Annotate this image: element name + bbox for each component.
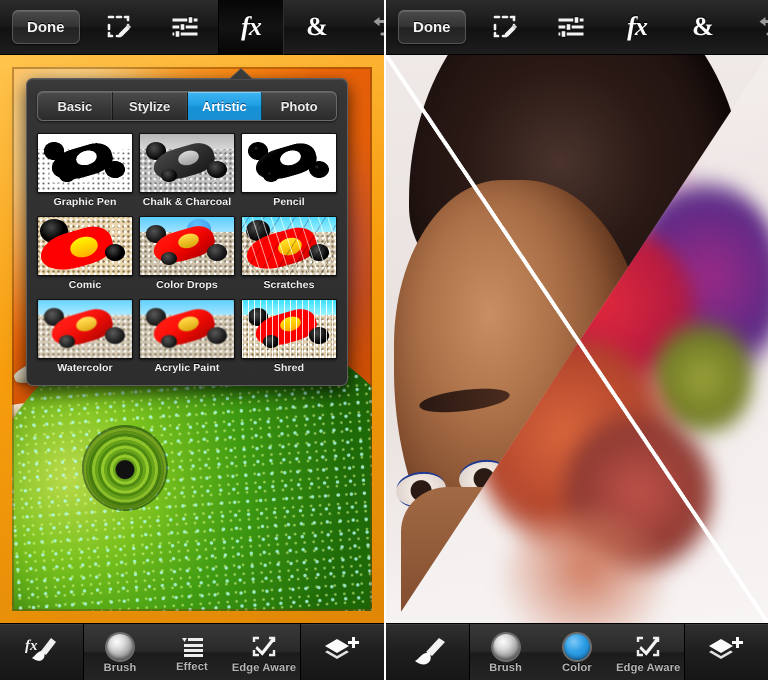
- bottom-toolbar-left: fx Brush Effect Edge Aware: [0, 623, 384, 680]
- image-canvas-right[interactable]: [386, 55, 768, 623]
- edge-aware-checkbox-icon: [252, 636, 276, 657]
- filter-label: Pencil: [273, 196, 305, 208]
- bottom-toolbar-right: Brush Color Edge Aware: [386, 623, 768, 680]
- filter-item-comic[interactable]: Comic: [37, 216, 133, 294]
- color-label: Color: [562, 662, 592, 674]
- brush-icon[interactable]: [386, 624, 470, 680]
- top-toolbar-right: Done fx &: [386, 0, 768, 55]
- filter-item-watercolor[interactable]: Watercolor: [37, 299, 133, 377]
- filter-item-shred[interactable]: Shred: [241, 299, 337, 377]
- filter-thumbnail[interactable]: [139, 216, 235, 276]
- svg-text:fx: fx: [25, 638, 38, 654]
- select-edit-icon[interactable]: [86, 0, 152, 55]
- fx-brush-icon[interactable]: fx: [0, 624, 84, 680]
- brush-knob-icon: [107, 634, 133, 660]
- tab-stylize[interactable]: Stylize: [113, 92, 188, 120]
- filter-item-color-drops[interactable]: Color Drops: [139, 216, 235, 294]
- tab-artistic[interactable]: Artistic: [187, 92, 263, 120]
- filter-grid: Graphic Pen Chalk & Charcoal Pencil Comi…: [37, 133, 337, 377]
- edge-aware-button-right[interactable]: Edge Aware: [613, 624, 684, 680]
- effects-fx-icon[interactable]: fx: [218, 0, 284, 55]
- filter-thumbnail[interactable]: [139, 299, 235, 359]
- filter-label: Color Drops: [156, 279, 218, 291]
- image-canvas-left[interactable]: Basic Stylize Artistic Photo Graphic Pen…: [0, 55, 384, 623]
- filter-item-acrylic-paint[interactable]: Acrylic Paint: [139, 299, 235, 377]
- edge-aware-label: Edge Aware: [616, 662, 681, 674]
- adjust-sliders-icon[interactable]: [538, 0, 604, 55]
- filter-label: Chalk & Charcoal: [142, 196, 232, 208]
- edge-aware-checkbox-icon: [637, 636, 660, 657]
- filter-item-scratches[interactable]: Scratches: [241, 216, 337, 294]
- effect-label: Effect: [176, 661, 208, 673]
- edge-aware-button-left[interactable]: Edge Aware: [228, 624, 300, 680]
- editor-panel-left: Basic Stylize Artistic Photo Graphic Pen…: [0, 0, 384, 680]
- tab-photo[interactable]: Photo: [262, 92, 336, 120]
- done-button[interactable]: Done: [386, 0, 472, 55]
- filter-label: Watercolor: [57, 362, 113, 374]
- effect-list-icon: [182, 638, 203, 657]
- undo-icon[interactable]: [736, 0, 768, 55]
- filter-label: Scratches: [263, 279, 315, 291]
- filter-thumbnail[interactable]: [37, 133, 133, 193]
- blend-ampersand-icon[interactable]: &: [284, 0, 350, 55]
- tab-basic[interactable]: Basic: [38, 92, 113, 120]
- brush-label: Brush: [489, 662, 523, 674]
- filter-label: Acrylic Paint: [154, 362, 220, 374]
- brush-button-right[interactable]: Brush: [470, 624, 541, 680]
- undo-icon[interactable]: [350, 0, 384, 55]
- edge-aware-label: Edge Aware: [231, 662, 297, 674]
- filter-thumbnail[interactable]: [37, 216, 133, 276]
- filter-category-tabs[interactable]: Basic Stylize Artistic Photo: [37, 91, 337, 121]
- filter-popover: Basic Stylize Artistic Photo Graphic Pen…: [26, 69, 348, 386]
- top-toolbar-left: Done fx &: [0, 0, 384, 55]
- filter-thumbnail[interactable]: [139, 133, 235, 193]
- filter-thumbnail[interactable]: [241, 216, 337, 276]
- effects-fx-icon[interactable]: fx: [604, 0, 670, 55]
- popover-arrow-icon: [230, 69, 252, 79]
- filter-item-pencil[interactable]: Pencil: [241, 133, 337, 211]
- filter-item-graphic-pen[interactable]: Graphic Pen: [37, 133, 133, 211]
- filter-label: Comic: [68, 279, 102, 291]
- filter-thumbnail[interactable]: [37, 299, 133, 359]
- done-button[interactable]: Done: [0, 0, 86, 55]
- add-layer-icon[interactable]: [684, 624, 768, 680]
- app-root: Basic Stylize Artistic Photo Graphic Pen…: [0, 0, 768, 680]
- filter-item-chalk-charcoal[interactable]: Chalk & Charcoal: [139, 133, 235, 211]
- blend-ampersand-icon[interactable]: &: [670, 0, 736, 55]
- brush-knob-icon: [492, 634, 519, 660]
- editor-panel-right: Done fx & Brush Color Edge Aware: [384, 0, 768, 680]
- adjust-sliders-icon[interactable]: [152, 0, 218, 55]
- effect-button-left[interactable]: Effect: [156, 624, 228, 680]
- portrait-eyebrow: [417, 384, 511, 417]
- select-edit-icon[interactable]: [472, 0, 538, 55]
- filter-label: Graphic Pen: [53, 196, 117, 208]
- color-knob-icon: [563, 634, 590, 660]
- filter-thumbnail[interactable]: [241, 299, 337, 359]
- brush-label: Brush: [103, 662, 137, 674]
- add-layer-icon[interactable]: [300, 624, 384, 680]
- color-button-right[interactable]: Color: [541, 624, 612, 680]
- brush-button-left[interactable]: Brush: [84, 624, 156, 680]
- filter-thumbnail[interactable]: [241, 133, 337, 193]
- filter-label: Shred: [273, 362, 305, 374]
